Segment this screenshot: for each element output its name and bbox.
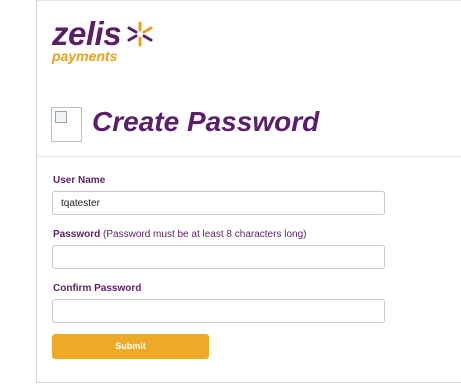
password-hint: (Password must be at least 8 characters … [103,229,307,240]
broken-image-icon [51,107,82,142]
password-field[interactable] [52,245,385,269]
page-title: Create Password [92,106,320,137]
zelis-logo: zelis payments [52,15,162,65]
submit-button[interactable]: Submit [52,334,209,359]
logo-wordmark: zelis [52,15,122,52]
logo-tagline: payments [52,48,118,64]
confirm-password-label: Confirm Password [53,283,142,294]
confirm-password-field[interactable] [52,299,385,323]
username-field[interactable] [52,191,385,215]
password-label: Password (Password must be at least 8 ch… [53,229,306,240]
image-placeholder-icon [55,111,67,123]
password-label-text: Password [53,229,101,240]
username-label: User Name [53,175,106,186]
logo-mark-icon [127,21,153,47]
divider [37,156,461,157]
